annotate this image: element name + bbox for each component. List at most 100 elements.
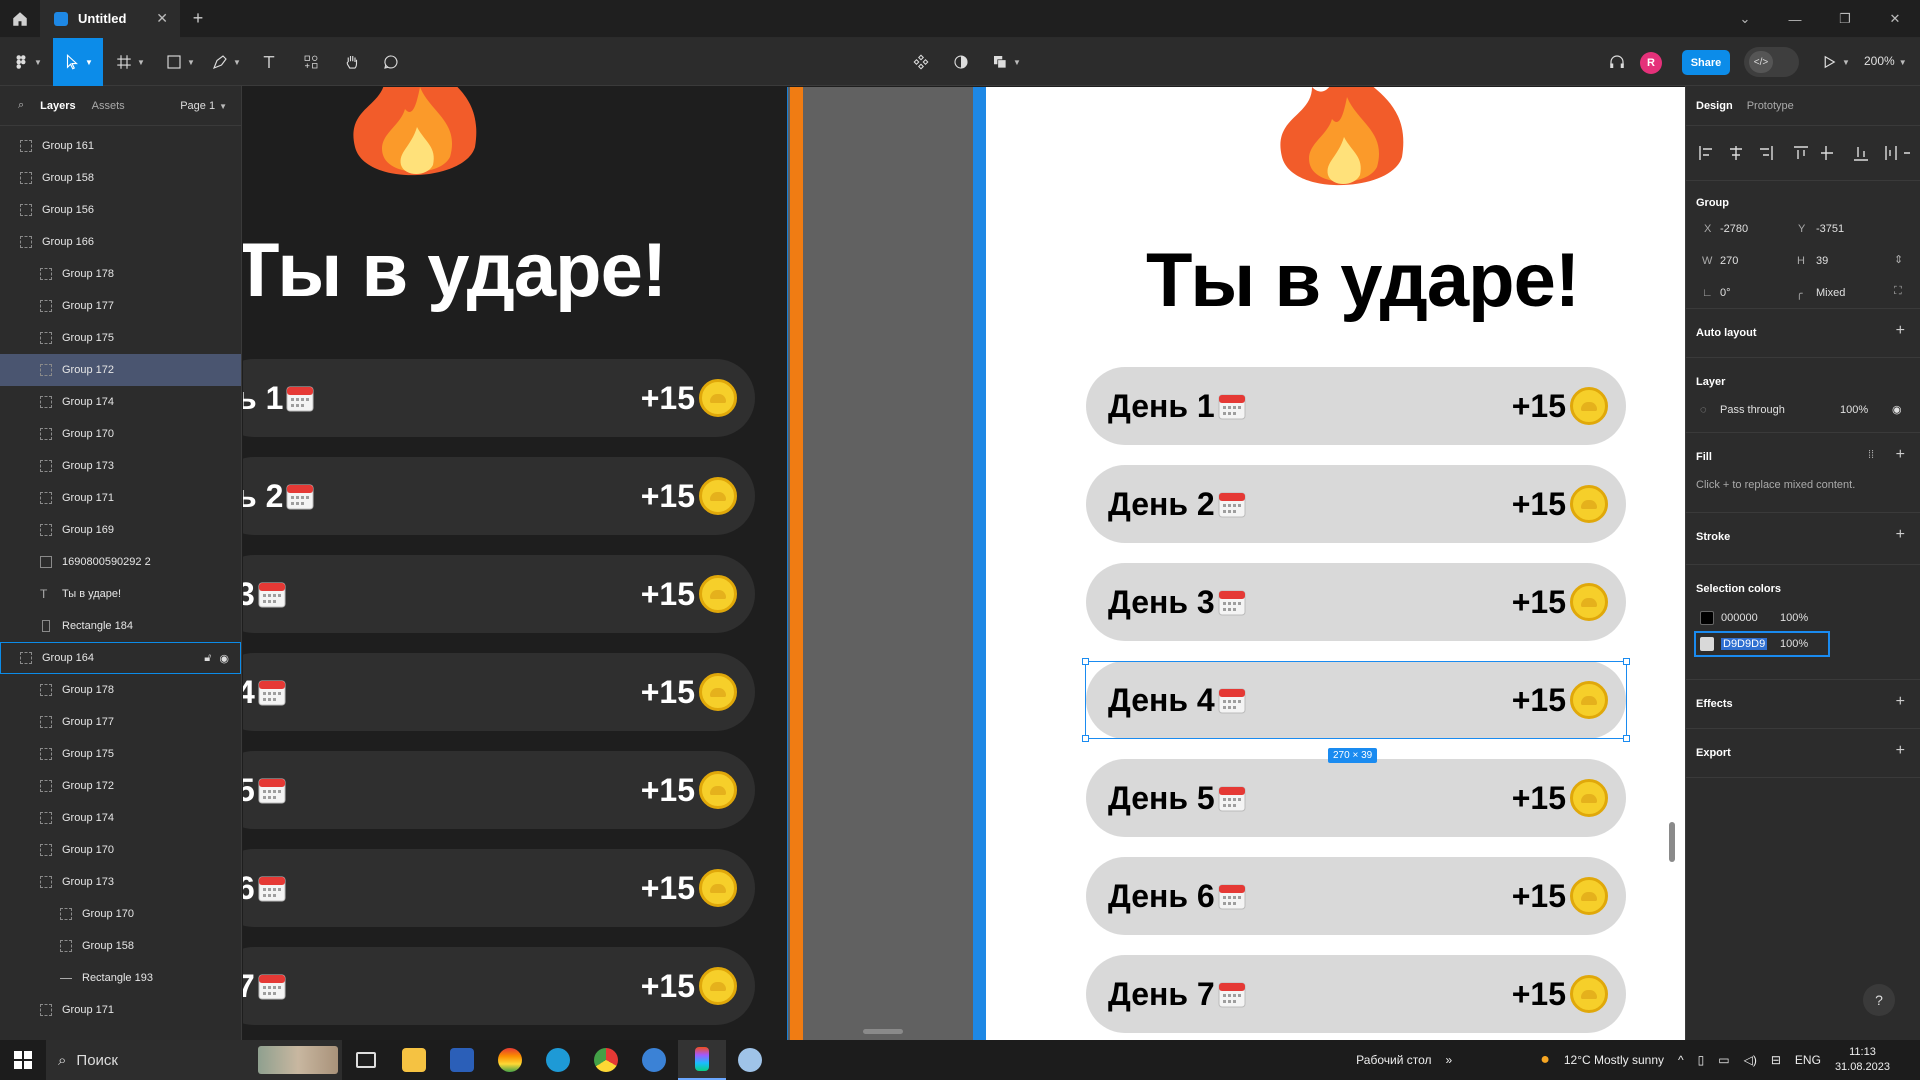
share-button[interactable]: Share xyxy=(1682,50,1730,75)
boolean-button[interactable]: ▼ xyxy=(986,38,1026,86)
app-store-button[interactable] xyxy=(630,1040,678,1080)
language-indicator[interactable]: ENG xyxy=(1795,1053,1821,1067)
move-tool[interactable]: ▼ xyxy=(53,38,103,86)
edge-button[interactable] xyxy=(534,1040,582,1080)
selection-color-row[interactable]: D9D9D9 100% xyxy=(1694,631,1830,657)
frame-tool[interactable]: ▼ xyxy=(110,38,150,86)
day-reward-row[interactable]: 5 +15 xyxy=(243,751,755,829)
layer-row[interactable]: Group 178 xyxy=(0,258,241,290)
resize-handle[interactable] xyxy=(1623,658,1630,665)
figma-taskbar-button[interactable] xyxy=(678,1040,726,1080)
resize-handle[interactable] xyxy=(1082,658,1089,665)
horizontal-scrollbar[interactable] xyxy=(863,1029,903,1034)
fire-emoji-image[interactable] xyxy=(1252,87,1432,197)
battery-icon[interactable]: ▭ xyxy=(1718,1053,1729,1067)
day-reward-row[interactable]: День 7 +15 xyxy=(1086,955,1626,1033)
layer-row[interactable]: Group 175 xyxy=(0,738,241,770)
day-reward-row[interactable]: 7 +15 xyxy=(243,947,755,1025)
explorer-button[interactable] xyxy=(390,1040,438,1080)
visibility-eye-icon[interactable]: ◉ xyxy=(1892,403,1902,416)
add-stroke-icon[interactable]: + xyxy=(1896,526,1905,544)
layer-row[interactable]: Group 175 xyxy=(0,322,241,354)
restore-button[interactable]: ❐ xyxy=(1820,0,1870,38)
x-field[interactable]: -2780 xyxy=(1720,223,1748,235)
layer-row[interactable]: Group 173 xyxy=(0,866,241,898)
layer-row[interactable]: Group 171 xyxy=(0,994,241,1026)
mask-button[interactable] xyxy=(946,38,976,86)
y-field[interactable]: -3751 xyxy=(1816,223,1844,235)
hand-tool[interactable] xyxy=(337,38,367,86)
taskbar-search[interactable]: ⌕ Поиск xyxy=(46,1040,342,1080)
layer-row[interactable]: Group 161 xyxy=(0,130,241,162)
comment-tool[interactable] xyxy=(376,38,406,86)
day-reward-row[interactable]: День 3 +15 xyxy=(1086,563,1626,641)
day-reward-row[interactable]: День 2 +15 xyxy=(1086,465,1626,543)
rotation-field[interactable]: 0° xyxy=(1720,287,1731,299)
color-swatch[interactable] xyxy=(1700,637,1714,651)
desktop-toolbar[interactable]: Рабочий стол xyxy=(1356,1053,1431,1067)
layer-row[interactable]: Group 174 xyxy=(0,386,241,418)
chrome-button[interactable] xyxy=(582,1040,630,1080)
text-tool[interactable] xyxy=(254,38,284,86)
day-reward-row[interactable]: День 5 +15 xyxy=(1086,759,1626,837)
weather-text[interactable]: 12°C Mostly sunny xyxy=(1564,1053,1664,1067)
headline-text[interactable]: Ты в ударе! xyxy=(243,227,667,314)
shape-tool[interactable]: ▼ xyxy=(160,38,200,86)
user-avatar[interactable]: R xyxy=(1640,52,1662,74)
device-icon[interactable]: ▯ xyxy=(1698,1053,1705,1067)
resize-handle[interactable] xyxy=(1082,735,1089,742)
w-field[interactable]: 270 xyxy=(1720,255,1738,267)
layer-row[interactable]: Group 177 xyxy=(0,290,241,322)
day-reward-row[interactable]: 3 +15 xyxy=(243,555,755,633)
layer-row[interactable]: Group 173 xyxy=(0,450,241,482)
page-selector[interactable]: Page 1 ▼ xyxy=(180,100,227,112)
layer-row[interactable]: Group 178 xyxy=(0,674,241,706)
day-reward-row[interactable]: ь 1 +15 xyxy=(243,359,755,437)
layer-row[interactable]: Rectangle 193 xyxy=(0,962,241,994)
add-auto-layout-icon[interactable]: + xyxy=(1896,322,1905,340)
layer-row[interactable]: Group 174 xyxy=(0,802,241,834)
color-opacity[interactable]: 100% xyxy=(1780,638,1808,650)
light-frame[interactable]: Ты в ударе! День 1 +15 День 2 +15 День 3 +15 Д… xyxy=(986,87,1685,1040)
paint-button[interactable] xyxy=(726,1040,774,1080)
tab-layers[interactable]: Layers xyxy=(40,100,75,112)
visibility-eye-icon[interactable]: ◉ xyxy=(219,652,229,665)
chevron-right-icon[interactable]: » xyxy=(1446,1053,1453,1067)
h-field[interactable]: 39 xyxy=(1816,255,1828,267)
color-swatch[interactable] xyxy=(1700,611,1714,625)
layer-row[interactable]: Rectangle 184 xyxy=(0,610,241,642)
resources-tool[interactable] xyxy=(296,38,326,86)
home-button[interactable] xyxy=(0,0,40,38)
dark-frame[interactable]: Ты в ударе! ь 1 +15 ь 2 +15 3 +15 4 +15 5 +15 6 +15… xyxy=(243,87,788,1040)
blend-mode-select[interactable]: Pass through xyxy=(1720,404,1785,416)
file-tab[interactable]: Untitled ✕ xyxy=(40,0,180,38)
layer-row[interactable]: Group 172 xyxy=(0,354,241,386)
layer-row[interactable]: Group 177 xyxy=(0,706,241,738)
tray-chevron-up-icon[interactable]: ^ xyxy=(1678,1053,1684,1067)
layer-row[interactable]: Group 158 xyxy=(0,162,241,194)
headline-text[interactable]: Ты в ударе! xyxy=(1146,237,1580,324)
vertical-scrollbar[interactable] xyxy=(1669,822,1675,862)
new-tab-button[interactable]: + xyxy=(180,0,216,38)
canvas[interactable]: Ты в ударе! ь 1 +15 ь 2 +15 3 +15 4 +15 5 +15 6 +15… xyxy=(243,87,1685,1040)
day-reward-row[interactable]: День 6 +15 xyxy=(1086,857,1626,935)
add-export-icon[interactable]: + xyxy=(1896,742,1905,760)
word-button[interactable] xyxy=(438,1040,486,1080)
add-effect-icon[interactable]: + xyxy=(1896,693,1905,711)
tab-assets[interactable]: Assets xyxy=(92,100,125,112)
search-icon[interactable]: ⌕ xyxy=(18,99,24,112)
layer-row[interactable]: Group 156 xyxy=(0,194,241,226)
radius-field[interactable]: Mixed xyxy=(1816,287,1845,299)
layer-row[interactable]: Group 169 xyxy=(0,514,241,546)
present-button[interactable]: ▼ xyxy=(1815,38,1855,86)
independent-corners-icon[interactable]: ⛶ xyxy=(1894,285,1902,298)
color-hex[interactable]: 000000 xyxy=(1721,612,1758,624)
fire-emoji-image[interactable] xyxy=(325,87,505,187)
main-menu-button[interactable]: ▼ xyxy=(10,38,44,86)
day-reward-row[interactable]: День 1 +15 xyxy=(1086,367,1626,445)
color-hex-input[interactable]: D9D9D9 xyxy=(1721,638,1768,650)
dev-mode-toggle[interactable]: </> xyxy=(1744,47,1799,77)
clock[interactable]: 11:13 31.08.2023 xyxy=(1835,1045,1890,1075)
start-button[interactable] xyxy=(0,1040,46,1080)
blue-stripe[interactable] xyxy=(973,87,986,1040)
